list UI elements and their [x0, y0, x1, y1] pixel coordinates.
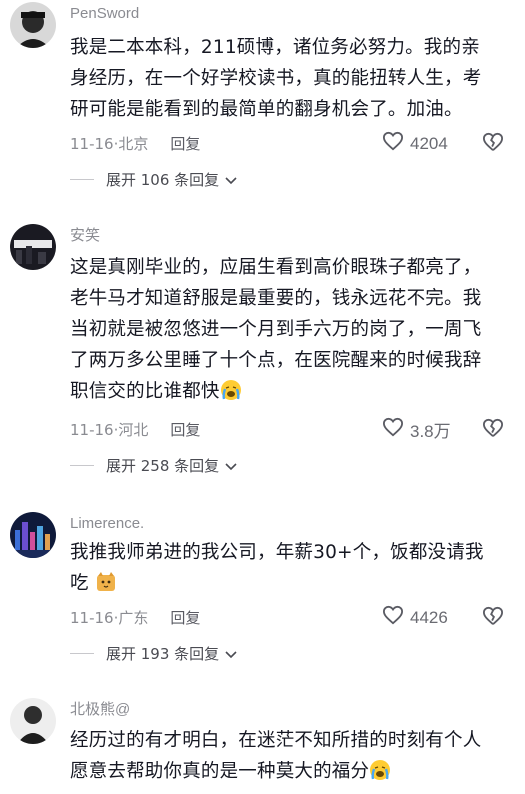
- comment-text: 我是二本本科，211硕博，诸位务必努力。我的亲 身经历，在一个好学校读书，真的能…: [70, 37, 482, 120]
- expand-replies-button[interactable]: 展开 193 条回复: [70, 643, 237, 664]
- username[interactable]: 北极熊@: [70, 700, 130, 720]
- like-button[interactable]: 4204: [382, 131, 448, 156]
- like-button[interactable]: 3.8万: [382, 417, 451, 442]
- username[interactable]: Limerence.: [70, 514, 144, 534]
- crying-emoji-icon: [369, 759, 391, 781]
- avatar[interactable]: [10, 698, 56, 744]
- expand-replies-button[interactable]: 展开 258 条回复: [70, 455, 237, 476]
- comment-location: 河北: [118, 421, 149, 439]
- crying-emoji-icon: [220, 379, 242, 401]
- chevron-down-icon: [225, 645, 237, 663]
- comment-text: 这是真刚毕业的，应届生看到高价眼珠子都亮了， 老牛马才知道舒服是最重要的，钱永远…: [70, 257, 482, 402]
- divider: [70, 465, 94, 466]
- cat-sticker-icon: [95, 571, 117, 593]
- expand-replies-label: 展开 193 条回复: [106, 645, 220, 663]
- avatar[interactable]: [10, 2, 56, 48]
- comment-meta: 11-16 · 广东 回复: [70, 608, 201, 628]
- comment-date: 11-16: [70, 609, 114, 627]
- broken-heart-icon: [482, 418, 504, 442]
- dislike-button[interactable]: [482, 132, 504, 156]
- reply-button[interactable]: 回复: [170, 420, 200, 440]
- heart-outline-icon: [382, 605, 410, 630]
- like-count: 4204: [410, 133, 448, 153]
- comment-date: 11-16: [70, 421, 114, 439]
- comment-meta: 11-16 · 北京 回复: [70, 134, 201, 154]
- reply-button[interactable]: 回复: [170, 608, 200, 628]
- comment-location: 北京: [118, 135, 149, 153]
- expand-replies-label: 展开 106 条回复: [106, 171, 220, 189]
- avatar[interactable]: [10, 512, 56, 558]
- comment-date: 11-16: [70, 135, 114, 153]
- dislike-button[interactable]: [482, 606, 504, 630]
- heart-outline-icon: [382, 131, 410, 156]
- avatar[interactable]: [10, 224, 56, 270]
- username[interactable]: 安笑: [70, 226, 100, 246]
- comment-text: 经历过的有才明白，在迷茫不知所措的时刻有个人 愿意去帮助你真的是一种莫大的福分: [70, 730, 482, 782]
- divider: [70, 653, 94, 654]
- like-button[interactable]: 4426: [382, 605, 448, 630]
- chevron-down-icon: [225, 457, 237, 475]
- divider: [70, 179, 94, 180]
- expand-replies-button[interactable]: 展开 106 条回复: [70, 169, 237, 190]
- comment-text: 我推我师弟进的我公司，年薪30+个，饭都没请我 吃: [70, 542, 484, 594]
- broken-heart-icon: [482, 606, 504, 630]
- comment-meta: 11-16 · 河北 回复: [70, 420, 201, 440]
- chevron-down-icon: [225, 171, 237, 189]
- reply-button[interactable]: 回复: [170, 134, 200, 154]
- comment-location: 广东: [118, 609, 149, 627]
- heart-outline-icon: [382, 417, 410, 442]
- dislike-button[interactable]: [482, 418, 504, 442]
- expand-replies-label: 展开 258 条回复: [106, 457, 220, 475]
- like-count: 4426: [410, 607, 448, 627]
- like-count: 3.8万: [410, 422, 451, 441]
- broken-heart-icon: [482, 132, 504, 156]
- username[interactable]: PenSword: [70, 4, 139, 24]
